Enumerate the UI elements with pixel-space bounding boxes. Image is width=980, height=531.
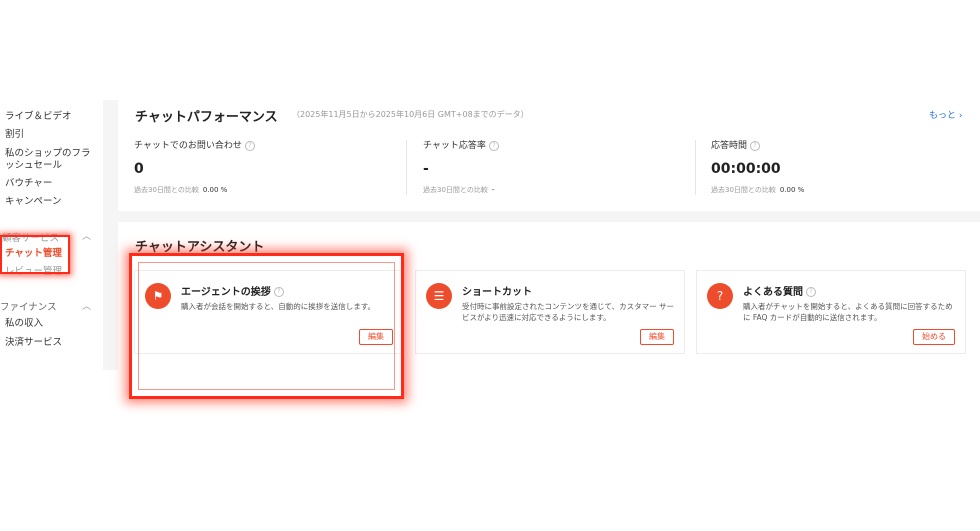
comparison-label: 過去30日間との比較 (423, 186, 488, 194)
chevron-right-icon: › (958, 111, 963, 121)
feature-shortcut[interactable]: ☰ ショートカット 受付時に事前設定されたコンテンツを通じて、カスタマー サービ… (415, 270, 685, 354)
feature-name: よくある質問 (743, 287, 803, 298)
more-link[interactable]: もっと › (929, 108, 963, 121)
shortcut-icon: ☰ (426, 283, 452, 309)
help-icon[interactable]: ? (488, 140, 499, 151)
metric-response-rate: チャット応答率? - 過去30日間との比較 - (423, 138, 683, 195)
feature-name: ショートカット (462, 287, 532, 298)
comparison-label: 過去30日間との比較 (134, 186, 199, 194)
metric-label: チャットでのお問い合わせ (134, 141, 242, 151)
highlight-box-agent-greeting (129, 253, 404, 399)
performance-title: チャットパフォーマンス (135, 110, 278, 125)
comparison-label: 過去30日間との比較 (711, 186, 776, 194)
edit-button[interactable]: 編集 (640, 329, 674, 345)
sidebar-item-my-income[interactable]: 私の収入 (5, 318, 43, 330)
sidebar-item-campaign[interactable]: キャンペーン (5, 196, 62, 208)
performance-date-range: （2025年11月5日から2025年10月6日 GMT+08までのデータ） (292, 110, 529, 119)
metric-label: チャット応答率 (423, 141, 486, 151)
sidebar-item-flash-sale[interactable]: 私のショップのフラッシュセール (5, 148, 97, 172)
sidebar-item-payment-services[interactable]: 決済サービス (5, 337, 62, 349)
comparison-value: 0.00 % (779, 186, 805, 194)
feature-description: 受付時に事前設定されたコンテンツを通じて、カスタマー サービスがより迅速に対応で… (462, 302, 675, 322)
feature-description: 購入者がチャットを開始すると、よくある質問に回答するために FAQ カードが自動… (743, 302, 953, 322)
comparison-value: 0.00 % (202, 186, 228, 194)
feature-faq[interactable]: ? よくある質問? 購入者がチャットを開始すると、よくある質問に回答するために … (696, 270, 966, 354)
metric-response-time: 応答時間? 00:00:00 過去30日間との比較 0.00 % (711, 138, 971, 195)
sidebar-item-discount[interactable]: 割引 (5, 129, 24, 141)
metric-label: 応答時間 (711, 141, 748, 151)
help-icon[interactable]: ? (244, 140, 255, 151)
metric-value: - (423, 161, 429, 177)
sidebar-item-voucher[interactable]: バウチャー (5, 178, 52, 190)
sidebar-item-live-video[interactable]: ライブ＆ビデオ (5, 111, 72, 123)
chevron-up-icon[interactable]: ︿ (82, 299, 91, 312)
chat-performance-card: チャットパフォーマンス （2025年11月5日から2025年10月6日 GMT+… (118, 100, 980, 211)
faq-icon: ? (707, 283, 733, 309)
chevron-up-icon[interactable]: ︿ (82, 229, 91, 242)
metric-value: 0 (134, 161, 144, 177)
sidebar-group-finance[interactable]: ファイナンス (0, 299, 57, 313)
divider (406, 140, 407, 195)
start-button[interactable]: 始める (913, 329, 955, 345)
metric-chat-inquiries: チャットでのお問い合わせ? 0 過去30日間との比較 0.00 % (134, 138, 394, 195)
metric-value: 00:00:00 (711, 161, 781, 177)
divider (695, 140, 696, 195)
help-icon[interactable]: ? (806, 287, 816, 297)
highlight-box-sidebar (0, 235, 70, 274)
help-icon[interactable]: ? (750, 140, 761, 151)
comparison-value: - (491, 186, 495, 194)
